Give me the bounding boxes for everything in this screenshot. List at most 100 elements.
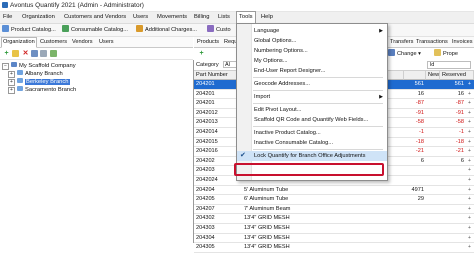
row-expand-icon[interactable]: + <box>466 90 474 99</box>
column-header-part-number[interactable]: Part Number <box>194 71 242 80</box>
menu-organization[interactable]: Organization <box>20 12 57 23</box>
consumable-catalog-button[interactable]: Consumable Catalog... <box>62 25 128 35</box>
menu-users[interactable]: Users <box>131 12 150 23</box>
cell-reserved <box>440 205 466 214</box>
menu-item-label: Language <box>254 28 280 34</box>
table-row[interactable]: 204303 13'4" GRID MESH + <box>194 224 474 234</box>
menu-item-inactive-product-catalog[interactable]: Inactive Product Catalog... <box>237 128 387 138</box>
table-row[interactable]: 204302 13'4" GRID MESH + <box>194 214 474 224</box>
row-expand-icon[interactable]: + <box>466 234 474 243</box>
menu-billing[interactable]: Billing <box>192 12 211 23</box>
menu-item-geocode-addresses[interactable]: Geocode Addresses... <box>237 79 387 89</box>
menu-item-label: Scaffold QR Code and Quantify Web Fields… <box>254 117 369 123</box>
table-row[interactable]: 204305 13'4" GRID MESH + <box>194 243 474 253</box>
row-expand-icon[interactable]: + <box>466 166 474 175</box>
menu-item-scaffold-qr-code-and-quantify-web-fields[interactable]: Scaffold QR Code and Quantify Web Fields… <box>237 115 387 125</box>
tab-organization[interactable]: Organization <box>1 37 37 48</box>
expand-icon[interactable]: + <box>8 79 15 86</box>
cell-new <box>426 176 440 185</box>
delete-icon[interactable]: ✕ <box>22 50 29 57</box>
change-label: Change <box>397 51 417 57</box>
product-catalog-button[interactable]: Product Catalog... <box>2 25 56 35</box>
consumable-catalog-label: Consumable Catalog... <box>71 27 128 33</box>
edit-icon[interactable] <box>31 50 38 57</box>
expand-icon[interactable]: + <box>8 71 15 78</box>
column-header-new[interactable]: New <box>426 71 440 80</box>
menu-item-numbering-options[interactable]: Numbering Options... <box>237 46 387 56</box>
collapse-icon[interactable]: − <box>2 63 9 70</box>
tab-customers[interactable]: Customers <box>40 38 67 47</box>
row-expand-icon[interactable]: + <box>466 205 474 214</box>
menu-item-lock-quantify-for-branch-office-adjustments[interactable]: ✔ Lock Quantify for Branch Office Adjustm… <box>237 151 387 161</box>
menu-item-import[interactable]: Import ▶ <box>237 92 387 102</box>
row-expand-icon[interactable]: + <box>466 214 474 223</box>
refresh-icon[interactable] <box>50 50 57 57</box>
add-icon[interactable]: + <box>3 50 10 57</box>
tab-invoices[interactable]: Invoices <box>452 38 473 47</box>
column-header-quantity[interactable] <box>404 71 426 80</box>
expand-icon[interactable]: + <box>8 87 15 94</box>
cell-reserved: 561 <box>454 81 464 87</box>
additional-charges-button[interactable]: Additional Charges... <box>136 25 197 35</box>
menu-item-label: Edit Pivot Layout... <box>254 107 302 113</box>
cell-new <box>426 234 440 243</box>
row-expand-icon[interactable]: + <box>466 243 474 252</box>
row-expand-icon[interactable]: + <box>466 195 474 204</box>
menu-item-language[interactable]: Language ▶ <box>237 26 387 36</box>
cell-new <box>426 214 440 223</box>
tree-node-company[interactable]: − My Scaffold Company <box>2 62 76 70</box>
tree-node-albany[interactable]: + Albany Branch <box>8 70 63 78</box>
menu-item-edit-pivot-layout[interactable]: Edit Pivot Layout... <box>237 105 387 115</box>
custom-button[interactable]: Custo <box>207 25 231 35</box>
tab-users[interactable]: Users <box>99 38 114 47</box>
menu-movements[interactable]: Movements <box>155 12 189 23</box>
tab-vendors[interactable]: Vendors <box>72 38 93 47</box>
tree-node-sacramento[interactable]: + Sacramento Branch <box>8 86 76 94</box>
menu-item-global-options[interactable]: Global Options... <box>237 36 387 46</box>
add-product-icon[interactable]: + <box>198 50 205 57</box>
menu-item-end-user-report-designer[interactable]: End-User Report Designer... <box>237 66 387 76</box>
cell-new <box>426 90 440 99</box>
row-expand-icon[interactable]: + <box>466 99 474 108</box>
cell-quantity <box>404 166 426 175</box>
properties-icon[interactable] <box>40 50 47 57</box>
cell-new <box>426 147 440 156</box>
tab-products[interactable]: Products <box>197 38 219 47</box>
column-header-reserved[interactable]: Reserved <box>440 71 474 80</box>
row-expand-icon[interactable]: + <box>466 109 474 118</box>
table-row[interactable]: 204205 6' Aluminum Tube 29 + <box>194 195 474 205</box>
row-expand-icon[interactable]: + <box>466 157 474 166</box>
menu-file[interactable]: File <box>1 12 14 23</box>
cell-new <box>426 243 440 252</box>
row-expand-icon[interactable]: + <box>466 118 474 127</box>
row-expand-icon[interactable]: + <box>466 186 474 195</box>
menu-help[interactable]: Help <box>259 12 275 23</box>
row-expand-icon[interactable]: + <box>466 138 474 147</box>
table-row[interactable]: 204207 7' Aluminum Beam + <box>194 205 474 215</box>
row-expand-icon[interactable]: + <box>466 147 474 156</box>
menu-item-label: End-User Report Designer... <box>254 68 326 74</box>
menu-item-inactive-consumable-catalog[interactable]: Inactive Consumable Catalog... <box>237 138 387 148</box>
menu-item-my-options[interactable]: My Options... <box>237 56 387 66</box>
tab-transactions[interactable]: Transactions <box>416 38 448 47</box>
tree-node-berkeley[interactable]: + Berkeley Branch <box>8 78 70 86</box>
category-select[interactable]: Al <box>223 61 237 68</box>
row-expand-icon[interactable]: + <box>466 224 474 233</box>
menu-customers-vendors[interactable]: Customers and Vendors <box>62 12 128 23</box>
change-button[interactable]: Change ▾ <box>388 49 421 59</box>
table-row[interactable]: 204304 13'4" GRID MESH + <box>194 234 474 244</box>
company-icon <box>11 62 17 67</box>
tab-transfers[interactable]: Transfers <box>390 38 413 47</box>
row-expand-icon[interactable]: + <box>466 80 474 89</box>
properties-label: Prope <box>443 51 458 57</box>
cell-new <box>426 205 440 214</box>
menu-lists[interactable]: Lists <box>216 12 232 23</box>
search-input[interactable]: ld <box>427 61 471 69</box>
cell-reserved <box>440 224 466 233</box>
row-expand-icon[interactable]: + <box>466 176 474 185</box>
properties-button[interactable]: Prope <box>434 49 458 59</box>
table-row[interactable]: 204204 5' Aluminum Tube 4971 + <box>194 186 474 196</box>
row-expand-icon[interactable]: + <box>466 128 474 137</box>
folder-icon[interactable] <box>12 50 19 57</box>
left-toolbar: + ✕ <box>0 48 193 60</box>
